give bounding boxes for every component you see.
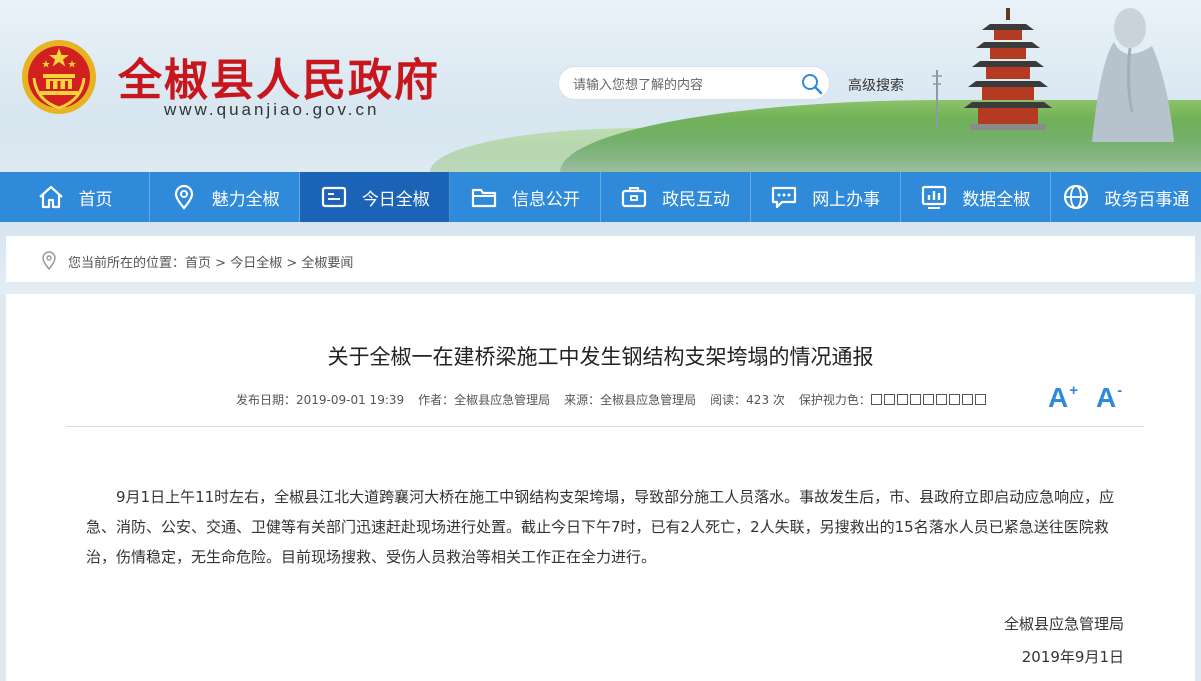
breadcrumb: 您当前所在的位置：首页 > 今日全椒 > 全椒要闻 bbox=[68, 252, 353, 271]
nav-item-home[interactable]: 首页 bbox=[0, 172, 151, 222]
nav-label: 数据全椒 bbox=[962, 189, 1031, 210]
main-nav: 首页 魅力全椒 今日全椒 信息公开 政民互动 网上办事 数据全椒 政务百事通 bbox=[0, 172, 1201, 222]
nav-label: 网上办事 bbox=[812, 189, 881, 210]
site-url: www.quanjiao.gov.cn bbox=[164, 100, 380, 119]
eye-protection-swatch[interactable] bbox=[870, 394, 882, 405]
breadcrumb-separator: > bbox=[282, 256, 302, 271]
nav-item-online-service[interactable]: 网上办事 bbox=[751, 172, 901, 222]
article-meta: 发布日期：2019-09-01 19:39 作者：全椒县应急管理局 来源：全椒县应急… bbox=[236, 391, 988, 408]
search-input[interactable] bbox=[571, 74, 795, 96]
chat-bubble-icon bbox=[772, 186, 797, 209]
antenna-icon bbox=[932, 70, 942, 130]
nav-label: 政务百事通 bbox=[1104, 189, 1190, 210]
nav-label: 信息公开 bbox=[511, 189, 580, 210]
nav-label: 魅力全椒 bbox=[211, 189, 280, 210]
author: 作者：全椒县应急管理局 bbox=[418, 393, 551, 407]
source: 来源：全椒县应急管理局 bbox=[564, 393, 697, 407]
eye-protection-swatch[interactable] bbox=[974, 394, 986, 405]
eye-protection-swatch[interactable] bbox=[922, 394, 934, 405]
advanced-search-link[interactable]: 高级搜索 bbox=[848, 75, 904, 95]
breadcrumb-home[interactable]: 首页 bbox=[185, 256, 211, 271]
nav-item-charm[interactable]: 魅力全椒 bbox=[150, 172, 301, 222]
eye-protection-swatch[interactable] bbox=[896, 394, 908, 405]
briefcase-icon bbox=[621, 187, 647, 208]
site-title: 全椒县人民政府 bbox=[118, 55, 440, 106]
nav-item-gov-helper[interactable]: 政务百事通 bbox=[1051, 172, 1201, 222]
nav-item-info-public[interactable]: 信息公开 bbox=[450, 172, 601, 222]
divider bbox=[66, 426, 1144, 427]
site-header: 全椒县人民政府 www.quanjiao.gov.cn 高级搜索 bbox=[0, 0, 1201, 172]
article-body: 9月1日上午11时左右，全椒县江北大道跨襄河大桥在施工中钢结构支架垮塌，导致部分… bbox=[86, 488, 1115, 566]
eye-protection-swatch[interactable] bbox=[883, 394, 895, 405]
eye-protection-swatches bbox=[870, 393, 988, 407]
article-title: 关于全椒一在建桥梁施工中发生钢结构支架垮塌的情况通报 bbox=[327, 345, 874, 369]
pagoda-icon bbox=[964, 8, 1052, 130]
eye-protection-label: 保护视力色： bbox=[798, 393, 871, 407]
eye-protection-swatch[interactable] bbox=[935, 394, 947, 405]
search-icon[interactable] bbox=[801, 73, 823, 95]
news-card-icon bbox=[321, 186, 346, 208]
breadcrumb-separator: > bbox=[211, 256, 231, 271]
read-count: 阅读：423 次 bbox=[710, 393, 785, 407]
bar-chart-icon bbox=[922, 185, 947, 209]
nav-item-interaction[interactable]: 政民互动 bbox=[601, 172, 751, 222]
home-icon bbox=[38, 185, 63, 209]
publish-date: 发布日期：2019-09-01 19:39 bbox=[236, 393, 405, 407]
breadcrumb-news[interactable]: 全椒要闻 bbox=[301, 256, 353, 271]
font-increase-button[interactable]: A+ bbox=[1048, 382, 1078, 414]
eye-protection-swatch[interactable] bbox=[948, 394, 960, 405]
eye-protection-swatch[interactable] bbox=[909, 394, 921, 405]
nav-label: 政民互动 bbox=[662, 189, 731, 210]
search-box bbox=[558, 66, 830, 100]
font-decrease-button[interactable]: A- bbox=[1096, 382, 1122, 414]
article-date: 2019年9月1日 bbox=[1021, 648, 1124, 666]
location-pin-icon bbox=[42, 251, 56, 270]
breadcrumb-prefix: 您当前所在的位置： bbox=[68, 256, 186, 271]
eye-protection-swatch[interactable] bbox=[961, 394, 973, 405]
article-signer: 全椒县应急管理局 bbox=[1003, 615, 1124, 633]
nav-item-data[interactable]: 数据全椒 bbox=[901, 172, 1051, 222]
globe-icon bbox=[1064, 184, 1089, 210]
nav-item-today[interactable]: 今日全椒 bbox=[300, 172, 451, 222]
nav-label: 首页 bbox=[78, 189, 113, 210]
breadcrumb-today[interactable]: 今日全椒 bbox=[230, 256, 282, 271]
national-emblem-icon bbox=[22, 40, 96, 114]
folder-icon bbox=[471, 188, 497, 208]
location-pin-icon bbox=[174, 184, 193, 210]
statue-icon bbox=[1092, 8, 1174, 142]
nav-label: 今日全椒 bbox=[361, 189, 430, 210]
